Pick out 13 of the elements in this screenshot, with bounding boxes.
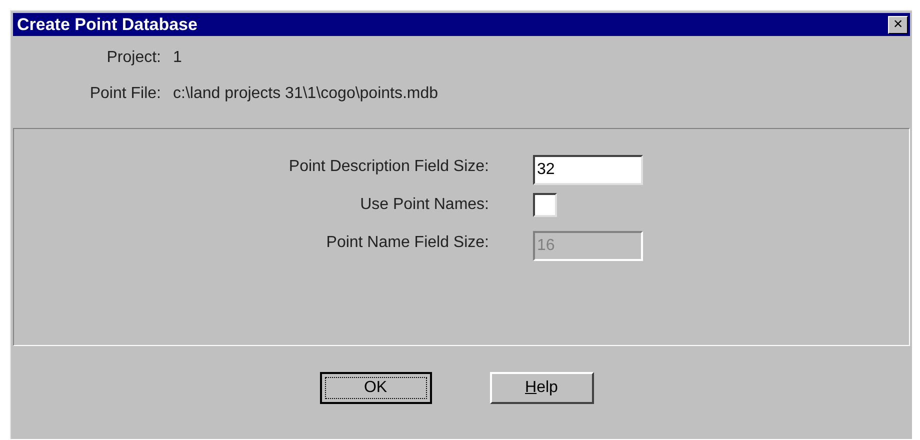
- close-button[interactable]: ×: [888, 16, 908, 34]
- option-label: Point Name Field Size:: [325, 233, 489, 253]
- field-label: Project:: [106, 48, 161, 68]
- option-label: Point Description Field Size:: [288, 157, 489, 177]
- window-title: Create Point Database: [17, 14, 198, 36]
- option-label: Use Point Names:: [359, 195, 489, 215]
- field-label: Point File:: [88, 84, 161, 104]
- field-value: 1: [173, 48, 183, 68]
- checkbox[interactable]: [533, 193, 557, 217]
- input-field[interactable]: 32: [533, 155, 643, 185]
- dialog-button[interactable]: Help: [490, 372, 594, 404]
- dialog-button[interactable]: OK: [320, 372, 432, 404]
- field-value: c:\land projects 31\1\cogo\points.mdb: [173, 84, 440, 104]
